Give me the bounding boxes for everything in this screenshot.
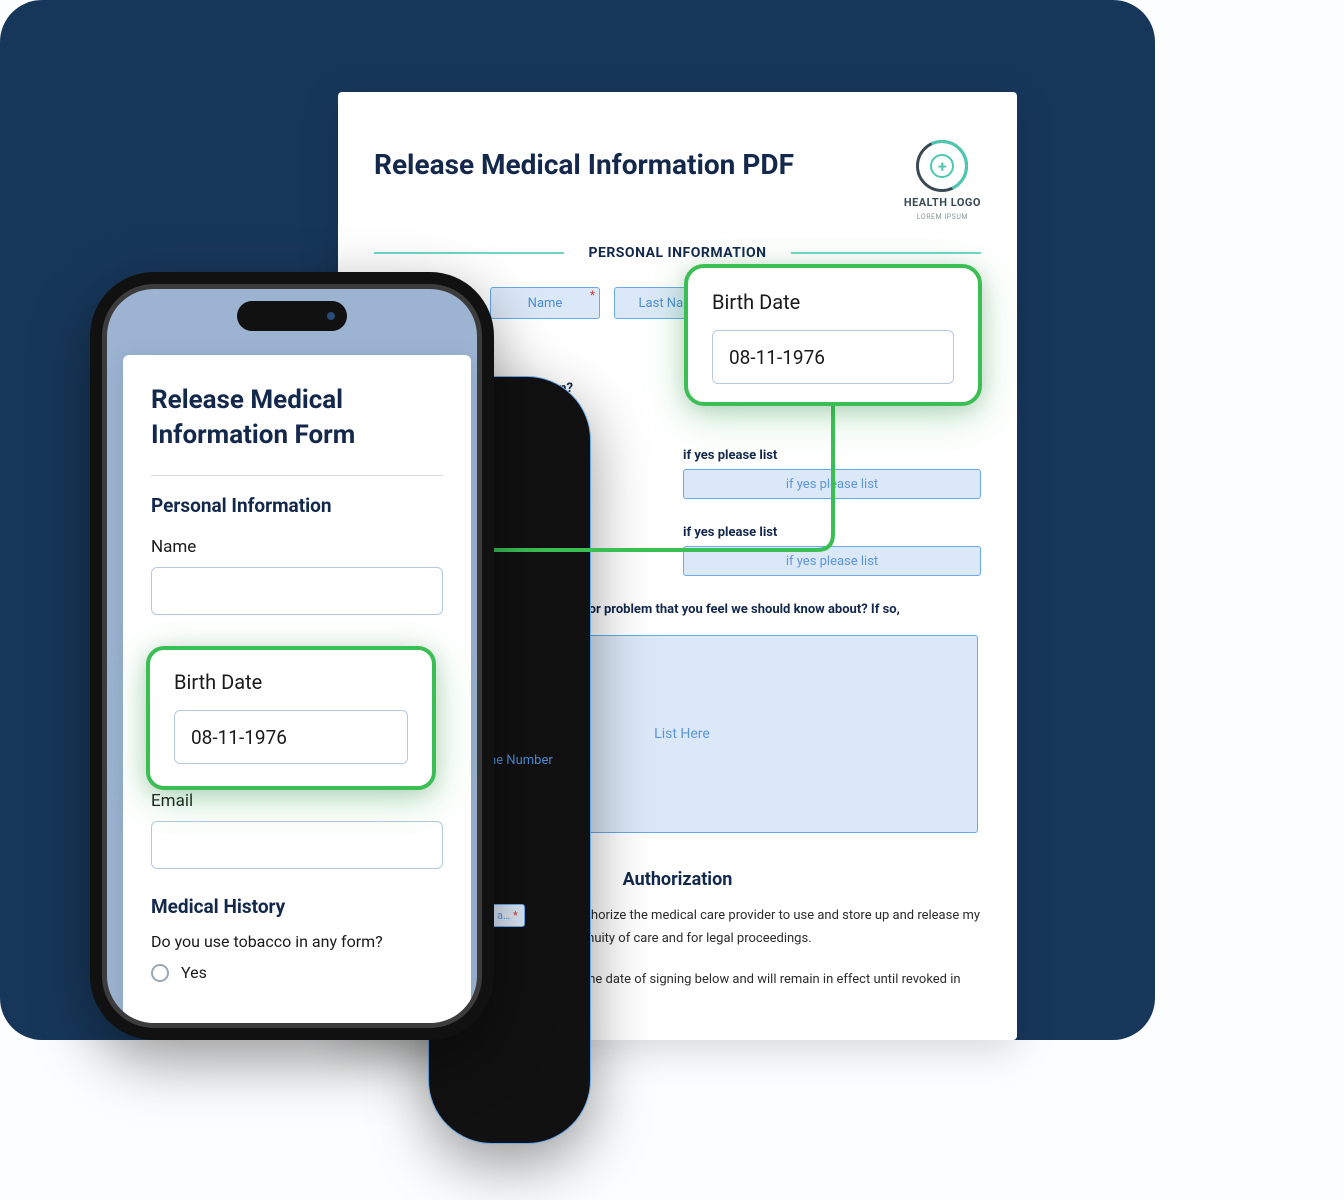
email-label: Email [151,791,443,811]
radio-yes-row[interactable]: Yes [151,963,443,982]
phone-form-title: Release Medical Information Form [151,383,443,453]
pdf-header: Release Medical Information PDF + HEALTH… [374,140,981,221]
personal-info-divider: PERSONAL INFORMATION [374,245,981,261]
required-asterisk: * [590,288,595,302]
callout-phone-title: Birth Date [174,670,408,694]
divider-line [791,252,981,254]
medication-list-field[interactable]: if yes please list [683,469,981,499]
logo-text-secondary: LOREM IPSUM [917,213,968,221]
phone-notch [237,301,347,331]
allergies-listlabel: if yes please list [683,525,981,540]
birth-date-callout-pdf: Birth Date 08-11-1976 [684,264,982,406]
email-input[interactable] [151,821,443,869]
allergies-list-field[interactable]: if yes please list [683,546,981,576]
plus-icon: + [930,154,954,178]
radio-icon [151,964,169,982]
phone-divider [151,475,443,476]
health-logo: + HEALTH LOGO LOREM IPSUM [904,140,981,221]
phone-medical-heading: Medical History [151,895,443,918]
inline-name-chip[interactable]: a… * [490,904,525,927]
personal-info-heading: PERSONAL INFORMATION [588,245,766,261]
canvas-background: Release Medical Information PDF + HEALTH… [0,0,1155,1040]
pdf-title: Release Medical Information PDF [374,148,794,181]
name-label: Name [151,537,443,557]
camera-icon [327,312,335,320]
logo-text-primary: HEALTH LOGO [904,196,981,209]
first-name-field[interactable]: Name * [490,287,600,319]
radio-yes-label: Yes [181,963,207,982]
phone-personal-heading: Personal Information [151,494,443,517]
first-name-placeholder: Name [528,296,563,311]
name-input[interactable] [151,567,443,615]
callout-phone-value[interactable]: 08-11-1976 [174,710,408,764]
phone-tobacco-question: Do you use tobacco in any form? [151,932,443,951]
divider-line [374,252,564,254]
birth-date-callout-phone: Birth Date 08-11-1976 [146,646,436,790]
callout-pdf-value[interactable]: 08-11-1976 [712,330,954,384]
health-logo-icon: + [916,140,968,192]
medication-listlabel: if yes please list [683,448,981,463]
callout-pdf-title: Birth Date [712,290,954,314]
